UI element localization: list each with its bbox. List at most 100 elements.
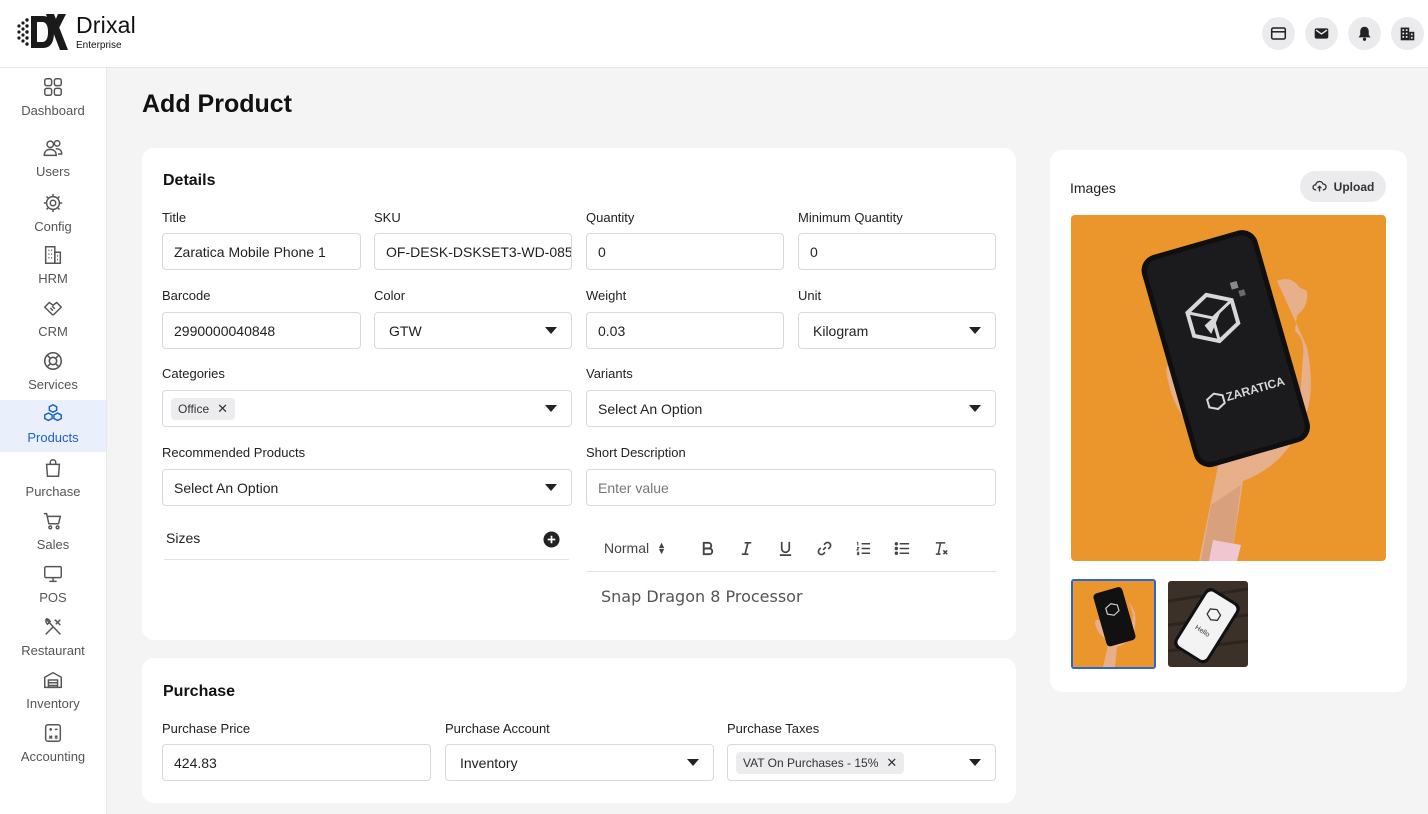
barcode-input[interactable]: 2990000040848	[162, 312, 361, 349]
purchase-taxes-label: Purchase Taxes	[727, 721, 820, 736]
short-description-label: Short Description	[586, 445, 686, 460]
categories-label: Categories	[162, 366, 225, 381]
details-heading: Details	[163, 172, 216, 189]
underline-button[interactable]	[766, 540, 805, 557]
pos-monitor-icon	[44, 565, 62, 583]
unit-label: Unit	[798, 288, 822, 303]
sidebar-item-label: Restaurant	[21, 643, 85, 658]
thumbnail-2[interactable]: Hello	[1168, 581, 1248, 667]
company-building-icon[interactable]	[1391, 17, 1424, 50]
clear-format-button[interactable]	[922, 540, 961, 557]
add-size-icon[interactable]	[543, 531, 560, 548]
sidebar-item-label: Accounting	[20, 749, 86, 764]
bold-icon	[702, 541, 714, 555]
weight-input[interactable]: 0.03	[586, 312, 784, 349]
format-select[interactable]: Normal ▲ ▼	[604, 540, 688, 556]
thumbnail-hand-phone-image	[1073, 581, 1154, 667]
purchase-price-input[interactable]: 424.83	[162, 744, 431, 781]
caret-down-icon	[687, 759, 699, 766]
sidebar-item-crm[interactable]: CRM	[0, 297, 106, 349]
variants-placeholder: Select An Option	[598, 400, 703, 417]
app-logo[interactable]: Drixal Enterprise	[16, 12, 136, 52]
sidebar-item-dashboard[interactable]: Dashboard	[0, 76, 106, 128]
quantity-input[interactable]: 0	[586, 233, 784, 270]
sku-input[interactable]: OF-DESK-DSKSET3-WD-085	[374, 233, 572, 270]
remove-chip-icon[interactable]: ✕	[217, 401, 228, 417]
main-product-image[interactable]: ZARATICA	[1071, 215, 1386, 561]
description-editor-content[interactable]: Snap Dragon 8 Processor	[601, 587, 803, 606]
category-chip: Office ✕	[171, 397, 236, 420]
sidebar-item-label: POS	[39, 590, 67, 605]
thumbnail-1[interactable]	[1071, 579, 1156, 669]
min-quantity-label: Minimum Quantity	[798, 210, 903, 225]
thumbnail-white-phone-image: Hello	[1168, 581, 1248, 667]
sidebar-item-products[interactable]: Products	[0, 400, 106, 452]
purchase-card	[142, 658, 1016, 803]
inventory-warehouse-icon	[44, 671, 62, 689]
caret-down-icon	[969, 327, 981, 334]
sidebar-item-pos[interactable]: POS	[0, 563, 106, 615]
color-select[interactable]: GTW	[374, 312, 572, 349]
recommended-select[interactable]: Select An Option	[162, 469, 572, 506]
variants-select[interactable]: Select An Option	[586, 390, 996, 427]
sidebar-item-restaurant[interactable]: Restaurant	[0, 616, 106, 668]
sidebar-item-accounting[interactable]: Accounting	[0, 722, 106, 774]
editor-toolbar: Normal ▲ ▼	[586, 525, 996, 572]
chip-label: Office	[178, 401, 210, 416]
caret-down-icon	[545, 484, 557, 491]
ordered-list-icon	[855, 541, 871, 555]
app-edition: Enterprise	[76, 40, 122, 51]
phone-in-hand-image: ZARATICA	[1071, 215, 1386, 561]
categories-select[interactable]: Office ✕	[162, 390, 572, 427]
clear-format-icon	[935, 541, 948, 555]
mail-icon[interactable]	[1305, 17, 1338, 50]
hrm-building-icon	[44, 246, 62, 264]
sidebar-item-purchase[interactable]: Purchase	[0, 457, 106, 509]
bell-icon[interactable]	[1348, 17, 1381, 50]
title-input[interactable]: Zaratica Mobile Phone 1	[162, 233, 361, 270]
barcode-label: Barcode	[162, 288, 211, 303]
restaurant-utensils-icon	[45, 618, 61, 635]
browser-window-icon[interactable]	[1262, 17, 1295, 50]
color-value: GTW	[389, 322, 422, 339]
bold-button[interactable]	[688, 540, 727, 557]
sidebar: Dashboard Users Config HRM CRM Services …	[0, 68, 107, 814]
unit-value: Kilogram	[813, 322, 869, 339]
short-description-input[interactable]: Enter value	[586, 469, 996, 506]
bullet-list-icon	[894, 541, 910, 555]
underline-icon	[779, 541, 792, 556]
link-button[interactable]	[805, 540, 844, 557]
sidebar-item-label: Purchase	[25, 484, 81, 499]
sidebar-item-label: Inventory	[26, 696, 80, 711]
upload-button[interactable]: Upload	[1300, 171, 1386, 202]
accounting-calculator-icon	[44, 724, 62, 742]
sidebar-item-label: Config	[34, 219, 72, 234]
drixal-logo-icon	[17, 14, 68, 50]
sidebar-item-label: Sales	[36, 537, 70, 552]
format-value: Normal	[604, 540, 650, 556]
title-label: Title	[162, 210, 187, 225]
cloud-upload-icon	[1312, 180, 1327, 192]
caret-down-icon	[969, 759, 981, 766]
sales-cart-icon	[43, 512, 62, 530]
sidebar-item-inventory[interactable]: Inventory	[0, 669, 106, 721]
ordered-list-button[interactable]	[844, 540, 883, 557]
min-quantity-input[interactable]: 0	[798, 233, 996, 270]
images-heading: Images	[1070, 180, 1116, 196]
sizes-label: Sizes	[166, 530, 201, 546]
italic-button[interactable]	[727, 540, 766, 557]
sidebar-item-services[interactable]: Services	[0, 350, 106, 402]
sidebar-item-users[interactable]: Users	[0, 137, 106, 189]
purchase-account-select[interactable]: Inventory	[445, 744, 714, 781]
remove-chip-icon[interactable]: ✕	[886, 755, 897, 771]
unit-select[interactable]: Kilogram	[798, 312, 996, 349]
purchase-taxes-select[interactable]: VAT On Purchases - 15% ✕	[727, 744, 996, 781]
bullet-list-button[interactable]	[883, 540, 922, 557]
sidebar-item-hrm[interactable]: HRM	[0, 244, 106, 296]
purchase-account-value: Inventory	[460, 754, 518, 771]
users-icon	[43, 139, 63, 157]
sidebar-item-config[interactable]: Config	[0, 192, 106, 244]
sidebar-item-label: Dashboard	[21, 103, 85, 118]
sidebar-item-label: Products	[27, 430, 79, 445]
sidebar-item-sales[interactable]: Sales	[0, 510, 106, 562]
